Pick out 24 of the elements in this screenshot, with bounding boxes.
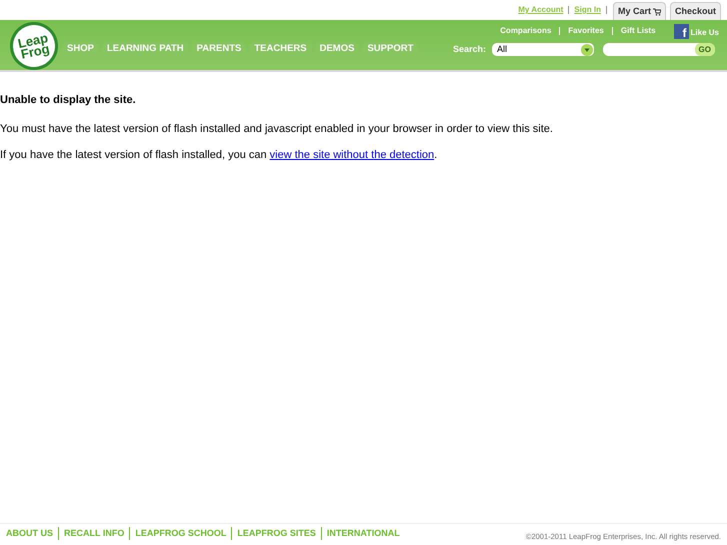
footer-link[interactable]: RECALL INFO (58, 526, 130, 540)
utility-link[interactable]: Gift Lists (620, 25, 656, 37)
account-link[interactable]: My Account (518, 4, 564, 16)
footer-link[interactable]: LEAPFROG SITES (231, 526, 321, 540)
utility-link[interactable]: Comparisons (500, 25, 552, 37)
dropdown-icon (581, 44, 593, 56)
category-select[interactable]: All (492, 43, 594, 56)
go-button[interactable]: GO (694, 43, 715, 56)
view-site-link[interactable]: view the site without the detection (270, 149, 434, 161)
utility-link[interactable]: Favorites (568, 25, 604, 37)
footer-link[interactable]: LEAPFROG SCHOOL (129, 526, 232, 540)
search-label: Search: (452, 42, 486, 56)
search-field[interactable]: GO (603, 43, 715, 56)
cart-icon (652, 8, 661, 16)
footer-link[interactable]: INTERNATIONAL (320, 526, 405, 540)
footer-link[interactable]: ABOUT US (6, 526, 58, 540)
header-tab[interactable]: Checkout (670, 2, 721, 20)
error-message: You must have the latest version of flash installed and javascript enabled in your browser in order to view this site. (0, 122, 554, 136)
error-heading: Unable to display the site. (0, 93, 137, 108)
header-tab[interactable]: My Cart (612, 2, 666, 20)
facebook-icon[interactable]: f (674, 24, 689, 38)
account-link[interactable]: Sign In (574, 4, 601, 16)
like-link[interactable]: Like Us (690, 27, 719, 39)
alternative-message: If you have the latest version of flash installed, you can view the site without the detection. (0, 148, 438, 163)
